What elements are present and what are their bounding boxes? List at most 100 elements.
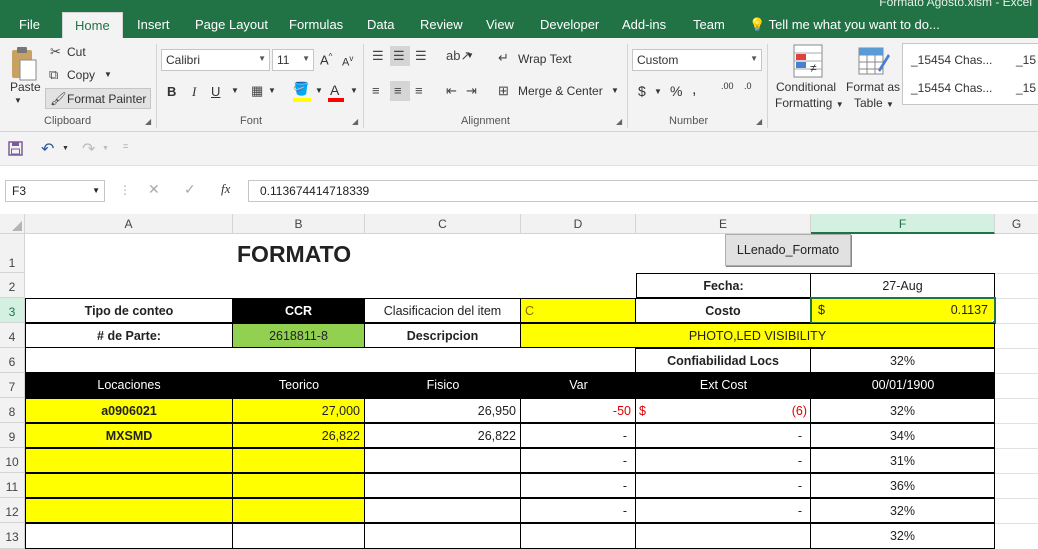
save-icon[interactable]: [8, 141, 23, 156]
chevron-down-icon[interactable]: ▼: [654, 87, 662, 96]
llenado-formato-button[interactable]: LLenado_Formato: [725, 234, 851, 266]
chevron-down-icon[interactable]: ▼: [466, 51, 474, 60]
decrease-indent-icon[interactable]: ⇤: [446, 83, 457, 99]
format-as-table-label[interactable]: Format as: [846, 80, 900, 94]
table-row-fisico[interactable]: [364, 448, 521, 473]
row-header-1[interactable]: 1: [0, 234, 25, 273]
table-row-loc[interactable]: a0906021: [25, 398, 233, 423]
table-row-pct[interactable]: 36%: [810, 473, 995, 498]
redo-icon[interactable]: ↷: [82, 139, 95, 159]
table-row-var[interactable]: -: [520, 473, 636, 498]
chevron-down-icon[interactable]: ▼: [102, 145, 109, 152]
enter-icon[interactable]: ✓: [184, 181, 196, 198]
italic-button[interactable]: I: [192, 84, 196, 100]
column-header-e[interactable]: E: [636, 214, 811, 234]
table-row-ext-cost[interactable]: [635, 523, 811, 549]
table-row-pct[interactable]: 32%: [810, 398, 995, 423]
table-row-teorico[interactable]: [232, 523, 365, 549]
row-header-7[interactable]: 7: [0, 373, 25, 398]
cell-f6-confiabilidad-value[interactable]: 32%: [810, 348, 995, 373]
cell-a6-empty[interactable]: [25, 348, 636, 373]
header-locaciones[interactable]: Locaciones: [25, 373, 233, 398]
row-header-13[interactable]: 13: [0, 523, 25, 549]
tab-data[interactable]: Data: [367, 17, 394, 32]
tab-team[interactable]: Team: [693, 17, 725, 32]
tab-add-ins[interactable]: Add-ins: [622, 17, 666, 32]
tab-view[interactable]: View: [486, 17, 514, 32]
cell-f2-fecha-value[interactable]: 27-Aug: [810, 273, 995, 298]
table-row-loc[interactable]: [25, 523, 233, 549]
align-top-icon[interactable]: ☰: [372, 48, 384, 64]
chevron-down-icon[interactable]: ▼: [62, 145, 69, 152]
row-header-8[interactable]: 8: [0, 398, 25, 423]
table-row-loc[interactable]: MXSMD: [25, 423, 233, 448]
cell-e6-confiabilidad[interactable]: Confiabilidad Locs: [635, 348, 811, 373]
column-header-b[interactable]: B: [233, 214, 365, 234]
table-row-ext-cost[interactable]: -: [635, 423, 811, 448]
cell-a4-parte-label[interactable]: # de Parte:: [25, 323, 233, 348]
formula-input[interactable]: 0.113674414718339: [248, 180, 1038, 202]
underline-button[interactable]: U: [211, 84, 220, 99]
copy-icon[interactable]: ⧉: [49, 67, 58, 83]
row-header-6[interactable]: 6: [0, 348, 25, 373]
number-launcher-icon[interactable]: ◢: [756, 117, 762, 126]
header-var[interactable]: Var: [521, 373, 636, 398]
cut-icon[interactable]: ✂: [50, 44, 61, 60]
align-right-icon[interactable]: ≡: [415, 83, 423, 98]
cell-e2-fecha-label[interactable]: Fecha:: [636, 273, 811, 298]
wrap-text-button[interactable]: Wrap Text: [518, 52, 572, 66]
table-row-ext-cost[interactable]: -: [635, 473, 811, 498]
table-row-ext-cost[interactable]: -: [635, 498, 811, 523]
header-date[interactable]: 00/01/1900: [811, 373, 995, 398]
decrease-font-icon[interactable]: Av: [342, 54, 353, 69]
copy-button[interactable]: Copy: [67, 68, 95, 82]
wrap-text-icon[interactable]: ↵: [498, 50, 509, 66]
table-row-loc[interactable]: [25, 473, 233, 498]
percent-style-button[interactable]: %: [670, 83, 682, 99]
select-all-button[interactable]: [0, 214, 25, 234]
conditional-formatting-icon[interactable]: ≠: [793, 44, 823, 78]
tab-file[interactable]: File: [19, 17, 40, 32]
copy-dropdown-icon[interactable]: ▼: [104, 70, 112, 79]
cell-b4-parte-value[interactable]: 2618811-8: [232, 323, 365, 348]
table-row-ext-cost[interactable]: $ (6): [635, 398, 811, 423]
column-header-c[interactable]: C: [365, 214, 521, 234]
chevron-down-icon[interactable]: ▼: [611, 86, 619, 95]
name-box[interactable]: F3 ▼: [5, 180, 105, 202]
decrease-decimal-button[interactable]: .0: [744, 82, 752, 91]
conditional-formatting-label[interactable]: Conditional: [776, 80, 836, 94]
cell-e3-costo-label[interactable]: Costo: [635, 298, 811, 323]
chevron-down-icon[interactable]: ▼: [350, 86, 358, 95]
bold-button[interactable]: B: [167, 84, 176, 99]
table-row-loc[interactable]: [25, 448, 233, 473]
table-row-fisico[interactable]: 26,950: [364, 398, 521, 423]
table-row-teorico[interactable]: [232, 448, 365, 473]
chevron-down-icon[interactable]: ▼: [315, 86, 323, 95]
table-row-var[interactable]: -50: [520, 398, 636, 423]
column-header-d[interactable]: D: [521, 214, 636, 234]
font-name-select[interactable]: Calibri ▼: [161, 49, 270, 71]
format-as-table-label2[interactable]: Table ▼: [854, 96, 894, 110]
align-bottom-icon[interactable]: ☰: [415, 48, 427, 64]
cell-style-item[interactable]: _15454 Chas...: [911, 81, 992, 95]
cancel-icon[interactable]: ✕: [148, 181, 160, 198]
fill-color-icon[interactable]: 🪣: [293, 81, 309, 97]
align-left-icon[interactable]: ≡: [372, 83, 380, 98]
font-color-icon[interactable]: A: [330, 82, 339, 98]
cell-a3-tipo-conteo[interactable]: Tipo de conteo: [25, 298, 233, 323]
table-row-pct[interactable]: 34%: [810, 423, 995, 448]
align-center-icon[interactable]: ≡: [390, 81, 410, 101]
increase-decimal-button[interactable]: .00: [721, 82, 734, 91]
tab-review[interactable]: Review: [420, 17, 463, 32]
increase-indent-icon[interactable]: ⇥: [466, 83, 477, 99]
table-row-fisico[interactable]: [364, 473, 521, 498]
chevron-down-icon[interactable]: ▼: [231, 86, 239, 95]
column-header-g[interactable]: G: [995, 214, 1038, 234]
table-row-teorico[interactable]: [232, 473, 365, 498]
undo-icon[interactable]: ↶: [41, 139, 54, 159]
table-row-loc[interactable]: [25, 498, 233, 523]
table-row-ext-cost[interactable]: -: [635, 448, 811, 473]
table-row-pct[interactable]: 32%: [810, 498, 995, 523]
cell-d3-clasificacion-value[interactable]: C: [520, 298, 636, 323]
tab-page-layout[interactable]: Page Layout: [195, 17, 268, 32]
